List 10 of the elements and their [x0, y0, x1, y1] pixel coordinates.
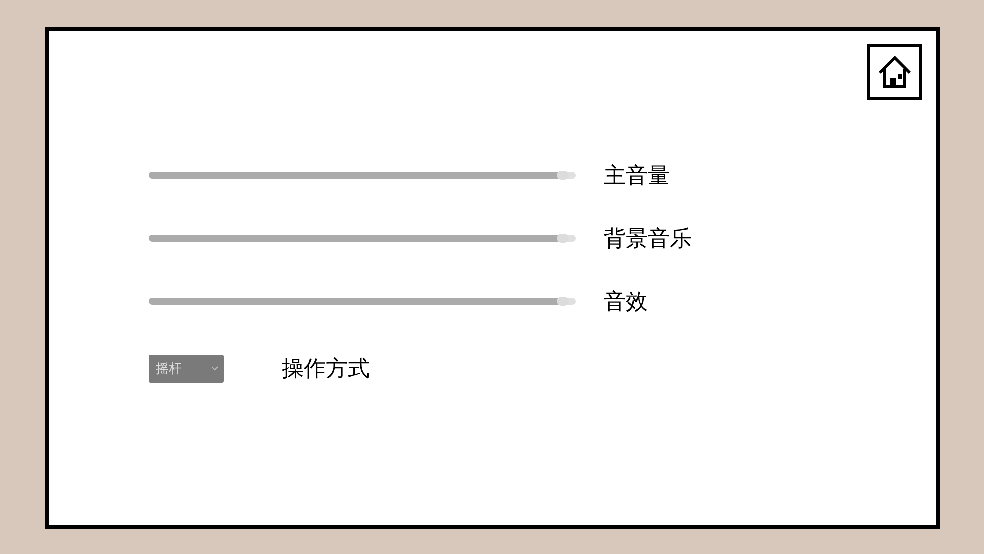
- control-label: 操作方式: [282, 356, 370, 384]
- control-dropdown[interactable]: 摇杆: [149, 354, 224, 382]
- slider-label: 背景音乐: [604, 226, 692, 254]
- slider-thumb[interactable]: [557, 234, 570, 243]
- slider-thumb[interactable]: [557, 171, 570, 180]
- home-button[interactable]: [867, 44, 922, 100]
- slider-thumb[interactable]: [557, 297, 570, 306]
- chevron-icon: [211, 366, 219, 371]
- slider-label: 音效: [604, 288, 648, 316]
- slider-label: 主音量: [604, 162, 670, 190]
